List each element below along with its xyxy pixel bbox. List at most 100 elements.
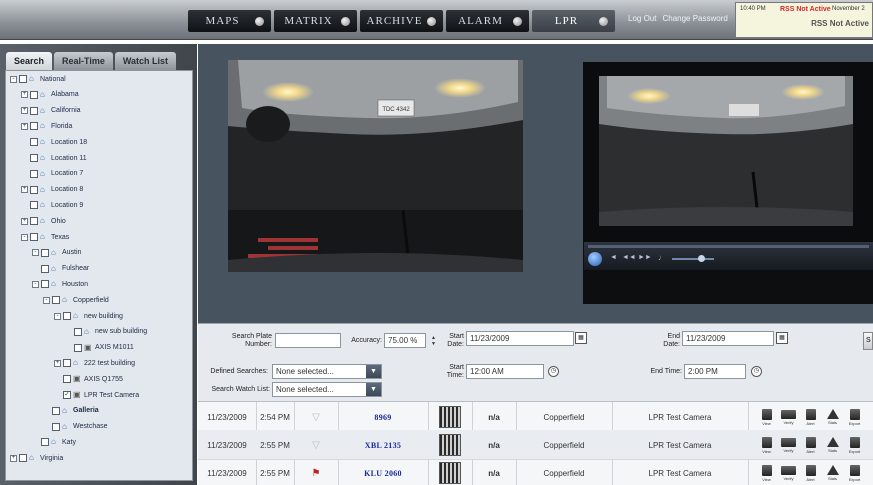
tree-checkbox[interactable] <box>52 296 60 305</box>
view-action-button[interactable]: View <box>758 464 776 482</box>
volume-icon[interactable]: ♩ <box>658 253 666 262</box>
start-calendar-icon[interactable]: ▦ <box>575 332 587 344</box>
start-time-input[interactable]: 12:00 AM <box>466 364 544 379</box>
end-clock-icon[interactable]: ◷ <box>751 366 762 377</box>
expand-icon[interactable]: + <box>54 359 61 367</box>
stats-action-button[interactable]: Stats <box>824 408 842 426</box>
end-calendar-icon[interactable]: ▦ <box>776 332 788 344</box>
play-button[interactable] <box>588 252 602 266</box>
accuracy-spinner-icon[interactable]: ▲ ▼ <box>431 335 437 347</box>
start-clock-icon[interactable]: ◷ <box>548 366 559 377</box>
defined-searches-select[interactable]: None selected... ▼ <box>272 364 382 379</box>
tree-node[interactable]: ⌂ Galleria <box>43 405 99 417</box>
expand-icon[interactable]: + <box>21 91 28 99</box>
tab-alarm[interactable]: ALARM <box>446 10 529 32</box>
tree-node[interactable]: + ⌂ Virginia <box>10 452 63 464</box>
volume-handle[interactable] <box>698 255 705 262</box>
plate-number-input[interactable] <box>275 333 341 348</box>
expand-icon[interactable]: + <box>21 122 28 130</box>
collapse-icon[interactable]: - <box>32 280 39 288</box>
tree-node[interactable]: ⌂ Fulshear <box>32 263 89 275</box>
tree-node[interactable]: ⌂ Westchase <box>43 421 108 433</box>
tree-node[interactable]: ▣ AXIS M1011 <box>65 342 134 354</box>
change-password-link[interactable]: Change Password <box>662 14 727 23</box>
table-row[interactable]: 11/23/2009 2:55 PM ⚑ KLU 2060 n/a Copperfield… <box>198 458 873 485</box>
tree-node[interactable]: + ⌂ California <box>21 105 81 117</box>
tab-matrix[interactable]: MATRIX <box>274 10 357 32</box>
seek-bar[interactable] <box>588 245 869 248</box>
tree-checkbox[interactable] <box>30 138 38 147</box>
export-action-button[interactable]: Export <box>846 436 864 454</box>
tree-checkbox[interactable] <box>30 122 38 131</box>
collapse-icon[interactable]: - <box>43 296 50 304</box>
tab-maps[interactable]: MAPS <box>188 10 271 32</box>
tab-archive[interactable]: ARCHIVE <box>360 10 443 32</box>
alert-action-button[interactable]: Alert <box>802 464 820 482</box>
end-time-input[interactable]: 2:00 PM <box>684 364 746 379</box>
tree-checkbox[interactable] <box>74 343 82 352</box>
tree-checkbox[interactable] <box>19 454 27 463</box>
export-action-button[interactable]: Export <box>846 464 864 482</box>
search-button[interactable]: S <box>863 332 873 350</box>
view-action-button[interactable]: View <box>758 408 776 426</box>
volume-slider[interactable] <box>672 258 714 260</box>
tree-checkbox[interactable] <box>30 154 38 162</box>
watch-list-select[interactable]: None selected... ▼ <box>272 382 382 397</box>
export-action-button[interactable]: Export <box>846 408 864 426</box>
tree-node[interactable]: ⌂ Location 7 <box>21 168 83 180</box>
tree-node[interactable]: + ⌂ Ohio <box>21 215 66 227</box>
tree-node[interactable]: - ⌂ National <box>10 73 66 85</box>
expand-icon[interactable]: + <box>21 217 28 225</box>
rewind-icon[interactable]: ◄◄ <box>622 254 636 261</box>
tree-node[interactable]: + ⌂ Alabama <box>21 89 79 101</box>
tree-checkbox[interactable] <box>30 169 38 178</box>
start-date-input[interactable]: 11/23/2009 <box>466 331 574 346</box>
tree-checkbox[interactable] <box>19 75 27 83</box>
tree-checkbox[interactable]: ✓ <box>63 391 71 399</box>
tree-checkbox[interactable] <box>41 280 49 289</box>
tab-watch-list[interactable]: Watch List <box>114 52 177 70</box>
tree-checkbox[interactable] <box>41 438 49 447</box>
alert-action-button[interactable]: Alert <box>802 436 820 454</box>
tree-checkbox[interactable] <box>63 359 71 368</box>
collapse-icon[interactable]: - <box>32 249 39 257</box>
tree-node[interactable]: ✓ ▣ LPR Test Camera <box>54 389 139 401</box>
alert-action-button[interactable]: Alert <box>802 408 820 426</box>
tree-checkbox[interactable] <box>30 106 38 115</box>
tree-node[interactable]: - ⌂ Austin <box>32 247 81 259</box>
tab-real-time[interactable]: Real-Time <box>54 52 113 70</box>
tree-node[interactable]: + ⌂ Florida <box>21 120 72 132</box>
stats-action-button[interactable]: Stats <box>824 464 842 482</box>
tree-node[interactable]: ▣ AXIS Q1755 <box>54 373 123 385</box>
collapse-icon[interactable]: - <box>10 75 17 83</box>
tree-node[interactable]: + ⌂ 222 test building <box>54 357 135 369</box>
tab-lpr[interactable]: LPR <box>532 10 615 32</box>
tree-checkbox[interactable] <box>41 264 49 273</box>
tree-node[interactable]: ⌂ Location 9 <box>21 199 83 211</box>
collapse-icon[interactable]: - <box>21 233 28 241</box>
expand-icon[interactable]: + <box>10 454 17 462</box>
collapse-icon[interactable]: - <box>54 312 61 320</box>
tree-node[interactable]: - ⌂ Houston <box>32 278 88 290</box>
tree-checkbox[interactable] <box>30 217 38 226</box>
table-row[interactable]: 11/23/2009 2:55 PM ▽ XBL 2135 n/a Copperfield… <box>198 430 873 460</box>
tree-checkbox[interactable] <box>30 201 38 210</box>
fast-forward-icon[interactable]: ►► <box>638 254 652 261</box>
view-action-button[interactable]: View <box>758 436 776 454</box>
tree-checkbox[interactable] <box>41 248 49 257</box>
tree-checkbox[interactable] <box>30 185 38 194</box>
tree-checkbox[interactable] <box>52 422 60 431</box>
table-row[interactable]: 11/23/2009 2:54 PM ▽ 8969 n/a Copperfield LPR … <box>198 402 873 432</box>
logout-link[interactable]: Log Out <box>628 14 656 23</box>
tree-checkbox[interactable] <box>63 312 71 320</box>
tree-checkbox[interactable] <box>74 327 82 336</box>
tab-search[interactable]: Search <box>6 52 53 70</box>
verify-action-button[interactable]: Verify <box>780 465 798 482</box>
tree-checkbox[interactable] <box>63 375 71 384</box>
tree-node[interactable]: ⌂ Katy <box>32 436 76 448</box>
tree-node[interactable]: + ⌂ Location 8 <box>21 184 83 196</box>
verify-action-button[interactable]: Verify <box>780 409 798 426</box>
tree-checkbox[interactable] <box>30 90 38 99</box>
tree-node[interactable]: ⌂ new sub building <box>65 326 147 338</box>
expand-icon[interactable]: + <box>21 107 28 115</box>
